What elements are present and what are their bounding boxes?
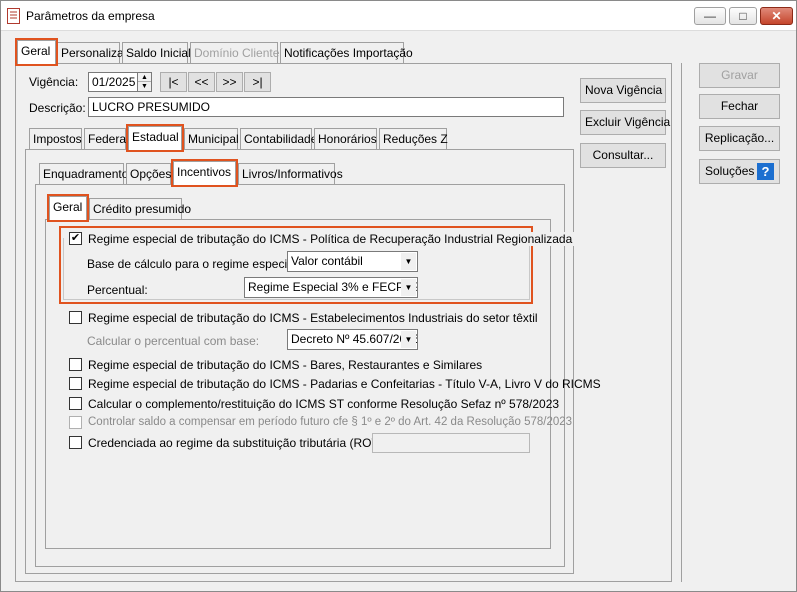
minimize-button[interactable]: —: [694, 7, 726, 25]
excluir-vigencia-button[interactable]: Excluir Vigência: [580, 110, 670, 135]
credenciada-checkbox[interactable]: [69, 436, 82, 449]
padarias-label: Regime especial de tributação do ICMS - …: [88, 377, 601, 391]
maximize-button[interactable]: □: [729, 7, 757, 25]
tab-credito-presumido[interactable]: Crédito presumido: [89, 198, 191, 220]
spin-down-icon[interactable]: ▼: [138, 82, 151, 91]
vigencia-label: Vigência:: [29, 75, 79, 89]
regional-label: Regime especial de tributação do ICMS - …: [88, 232, 575, 246]
descricao-input[interactable]: LUCRO PRESUMIDO: [88, 97, 564, 117]
base-calculo-select[interactable]: Valor contábil ▼: [287, 251, 418, 272]
spin-up-icon[interactable]: ▲: [138, 73, 151, 82]
tab-impostos[interactable]: Impostos: [29, 128, 82, 150]
tab-saldo-inicial[interactable]: Saldo Inicial: [122, 42, 191, 64]
chevron-down-icon[interactable]: ▼: [401, 331, 416, 348]
percentual-select[interactable]: Regime Especial 3% e FECP 2% ▼: [244, 277, 418, 298]
base-calculo-label: Base de cálculo para o regime especial:: [87, 257, 300, 271]
title-bar: Parâmetros da empresa — □ ✕: [1, 1, 796, 31]
window-title: Parâmetros da empresa: [26, 9, 155, 23]
credenciada-label: Credenciada ao regime da substituição tr…: [88, 436, 402, 450]
solucoes-label: Soluções: [705, 164, 755, 178]
tab-notificacoes-importacao[interactable]: Notificações Importação: [280, 42, 413, 64]
base-calculo-value: Valor contábil: [291, 254, 363, 268]
nova-vigencia-button[interactable]: Nova Vigência: [580, 78, 666, 103]
vigencia-input[interactable]: 01/2025: [88, 72, 138, 92]
right-separator: [681, 63, 682, 582]
help-icon: ?: [757, 163, 774, 180]
tab-dominio-cliente[interactable]: Domínio Cliente: [190, 42, 279, 64]
solucoes-button[interactable]: Soluções ?: [699, 159, 780, 184]
descricao-label: Descrição:: [29, 101, 86, 115]
bares-checkbox[interactable]: [69, 358, 82, 371]
document-icon: [7, 8, 20, 24]
tab-opcoes[interactable]: Opções: [126, 163, 171, 185]
tab-incentivos-geral[interactable]: Geral: [47, 194, 89, 222]
tab-livros-informativos[interactable]: Livros/Informativos: [238, 163, 343, 185]
parametros-empresa-window: Parâmetros da empresa — □ ✕ Geral Person…: [0, 0, 797, 592]
tab-geral[interactable]: Geral: [15, 38, 58, 66]
tab-contabilidade[interactable]: Contabilidade: [240, 128, 317, 150]
close-button[interactable]: ✕: [760, 7, 793, 25]
tab-municipal[interactable]: Municipal: [184, 128, 239, 150]
regional-checkbox[interactable]: ✔: [69, 232, 82, 245]
first-button[interactable]: |<: [160, 72, 187, 92]
calcular-percentual-label: Calcular o percentual com base:: [87, 334, 260, 348]
previous-button[interactable]: <<: [188, 72, 215, 92]
percentual-value: Regime Especial 3% e FECP 2%: [248, 280, 418, 294]
fechar-button[interactable]: Fechar: [699, 94, 780, 119]
percentual-label: Percentual:: [87, 283, 148, 297]
calcular-percentual-select[interactable]: Decreto Nº 45.607/2016 ▼: [287, 329, 418, 350]
complemento-label: Calcular o complemento/restituição do IC…: [88, 397, 560, 411]
chevron-down-icon[interactable]: ▼: [401, 279, 416, 296]
tab-reducoes-z[interactable]: Reduções Z: [379, 128, 448, 150]
chevron-down-icon[interactable]: ▼: [401, 253, 416, 270]
vigencia-spinner[interactable]: ▲ ▼: [137, 72, 152, 92]
last-button[interactable]: >|: [244, 72, 271, 92]
textil-checkbox[interactable]: [69, 311, 82, 324]
tab-enquadramento[interactable]: Enquadramento: [39, 163, 128, 185]
textil-label: Regime especial de tributação do ICMS - …: [88, 311, 538, 325]
gravar-button[interactable]: Gravar: [699, 63, 780, 88]
next-button[interactable]: >>: [216, 72, 243, 92]
tab-estadual[interactable]: Estadual: [126, 124, 184, 152]
replicacao-button[interactable]: Replicação...: [699, 126, 780, 151]
tab-honorarios[interactable]: Honorários: [314, 128, 377, 150]
calcular-percentual-value: Decreto Nº 45.607/2016: [291, 332, 418, 346]
tab-federal[interactable]: Federal: [84, 128, 129, 150]
bares-label: Regime especial de tributação do ICMS - …: [88, 358, 483, 372]
controlar-saldo-label: Controlar saldo a compensar em período f…: [88, 416, 573, 428]
padarias-checkbox[interactable]: [69, 377, 82, 390]
credenciada-input[interactable]: [372, 433, 530, 453]
consultar-button[interactable]: Consultar...: [580, 143, 666, 168]
complemento-checkbox[interactable]: [69, 397, 82, 410]
tab-personaliza[interactable]: Personaliza: [57, 42, 124, 64]
controlar-saldo-checkbox[interactable]: [69, 416, 82, 429]
tab-incentivos[interactable]: Incentivos: [171, 159, 238, 187]
